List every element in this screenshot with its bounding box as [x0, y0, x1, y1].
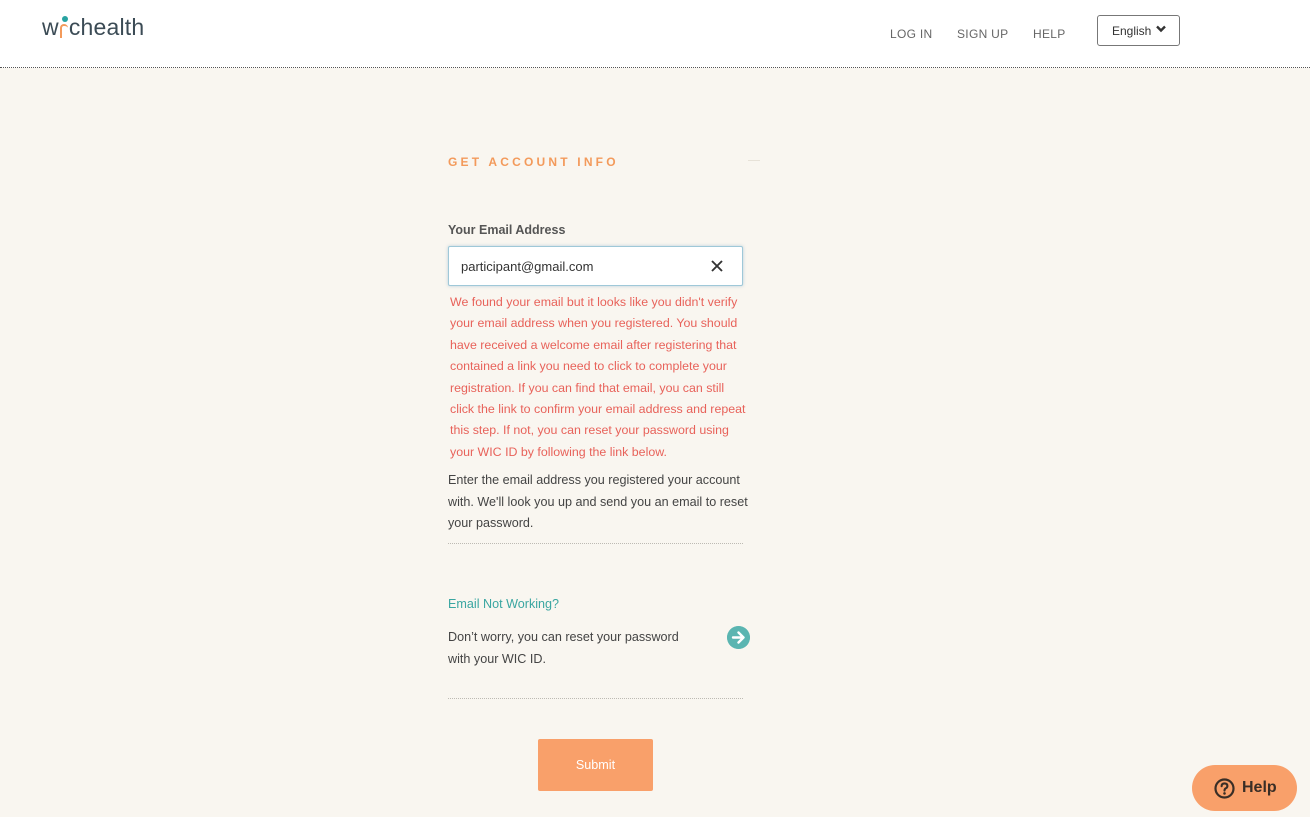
email-not-working-link[interactable]: Email Not Working? — [448, 597, 559, 611]
question-circle-icon — [1214, 778, 1235, 799]
email-field-container — [448, 246, 743, 286]
divider — [448, 698, 743, 699]
submit-button[interactable]: Submit — [538, 739, 653, 791]
chevron-down-icon — [1156, 25, 1166, 33]
email-not-working-text: Don’t worry, you can reset your password… — [448, 630, 679, 666]
email-label: Your Email Address — [448, 223, 566, 237]
help-button[interactable]: Help — [1192, 765, 1297, 811]
site-header: w chealth LOG IN SIGN UP HELP English — [0, 0, 1310, 68]
section-title: GET ACCOUNT INFO — [448, 155, 619, 169]
email-error-message: We found your email but it looks like yo… — [450, 295, 746, 459]
nav-signup-link[interactable]: SIGN UP — [957, 27, 1008, 41]
email-field[interactable] — [461, 247, 706, 285]
nav-login-link[interactable]: LOG IN — [890, 27, 932, 41]
close-icon[interactable] — [710, 259, 724, 273]
divider — [448, 543, 743, 544]
instructions-text: Enter the email address you registered y… — [448, 473, 748, 530]
wichealth-logo[interactable]: w chealth — [42, 14, 144, 41]
nav-help-link[interactable]: HELP — [1033, 27, 1066, 41]
language-select-value: English — [1112, 24, 1152, 38]
logo-person-icon — [59, 16, 69, 38]
arrow-right-circle-icon[interactable] — [727, 626, 750, 649]
language-select[interactable]: English — [1097, 15, 1180, 46]
title-divider — [748, 160, 760, 161]
help-button-label: Help — [1242, 779, 1277, 796]
